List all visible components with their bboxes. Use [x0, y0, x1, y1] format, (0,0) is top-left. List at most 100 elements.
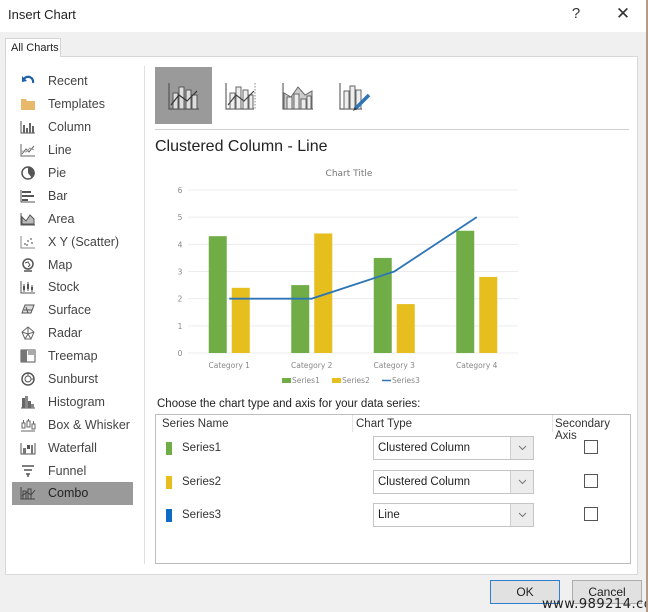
- bar-series1-3: [373, 257, 392, 353]
- bar-series2-1: [231, 287, 250, 353]
- sidebar-item-combo[interactable]: Combo: [12, 482, 133, 505]
- bar-series1-2: [291, 285, 310, 353]
- series1-secondary-axis-checkbox[interactable]: [584, 440, 598, 454]
- x-tick-label: Category 1: [209, 361, 251, 370]
- sidebar-item-pie[interactable]: Pie: [12, 162, 137, 185]
- series-name: Series1: [182, 442, 221, 454]
- dialog-title: Insert Chart: [8, 7, 76, 22]
- sidebar-item-label: Waterfall: [48, 440, 97, 455]
- subtype-stacked-area-clustered-column[interactable]: [269, 67, 326, 124]
- sidebar-item-label: Histogram: [48, 394, 105, 409]
- stacked-area-clustered-column-icon: [281, 82, 313, 110]
- sidebar-item-sunburst[interactable]: Sunburst: [12, 368, 137, 391]
- sidebar-item-label: Surface: [48, 303, 92, 318]
- bar-series2-3: [396, 304, 415, 353]
- chart-subtype-gallery: [155, 67, 383, 124]
- series3-chart-type-select[interactable]: Line: [373, 503, 534, 527]
- header-chart-type: Chart Type: [356, 418, 413, 430]
- sidebar-item-label: Map: [48, 257, 73, 272]
- clustered-column-line-icon: [167, 82, 199, 110]
- surface-chart-icon: [18, 302, 38, 318]
- y-tick-label: 3: [178, 268, 183, 277]
- header-separator: [352, 415, 353, 432]
- sidebar-item-x-y-scatter[interactable]: X Y (Scatter): [12, 230, 137, 253]
- y-tick-label: 2: [178, 295, 183, 304]
- series-row: Series1 Clustered Column: [156, 434, 630, 464]
- sidebar-item-line[interactable]: Line: [12, 139, 137, 162]
- sidebar-item-label: Funnel: [48, 463, 87, 478]
- waterfall-chart-icon: [18, 440, 38, 456]
- sidebar-divider: [144, 66, 145, 564]
- sidebar-item-radar[interactable]: Radar: [12, 322, 137, 345]
- sidebar-item-label: X Y (Scatter): [48, 234, 120, 249]
- sidebar-item-label: Sunburst: [48, 372, 99, 387]
- y-tick-label: 5: [178, 213, 183, 222]
- chevron-down-icon[interactable]: [510, 471, 533, 493]
- sidebar-item-label: Combo: [48, 486, 89, 501]
- series1-chart-type-select[interactable]: Clustered Column: [373, 436, 534, 460]
- tab-all-charts[interactable]: All Charts: [5, 38, 61, 57]
- close-button[interactable]: ✕: [612, 4, 634, 26]
- bar-series1-4: [456, 230, 475, 353]
- y-tick-label: 1: [178, 322, 183, 331]
- sidebar-item-templates[interactable]: Templates: [12, 93, 137, 116]
- series1-color-swatch: [166, 442, 172, 455]
- sidebar-item-label: Column: [48, 120, 92, 135]
- series-name: Series3: [182, 509, 221, 521]
- select-value: Clustered Column: [378, 476, 471, 488]
- chevron-down-icon[interactable]: [510, 437, 533, 459]
- y-tick-label: 0: [178, 349, 183, 358]
- y-tick-label: 4: [178, 240, 183, 249]
- sidebar-item-histogram[interactable]: Histogram: [12, 390, 137, 413]
- sidebar-item-treemap[interactable]: Treemap: [12, 345, 137, 368]
- sidebar-item-funnel[interactable]: Funnel: [12, 459, 137, 482]
- line-chart-icon: [18, 142, 38, 158]
- sidebar-item-recent[interactable]: Recent: [12, 70, 137, 93]
- select-value: Line: [378, 509, 400, 521]
- sidebar-item-label: Pie: [48, 166, 67, 180]
- sidebar-item-stock[interactable]: Stock: [12, 276, 137, 299]
- sidebar-item-label: Recent: [48, 74, 88, 89]
- clustered-column-line-secondary-axis-icon: [224, 82, 255, 110]
- radar-chart-icon: [18, 325, 38, 341]
- series2-secondary-axis-checkbox[interactable]: [584, 474, 598, 488]
- sidebar-item-area[interactable]: Area: [12, 207, 137, 230]
- sidebar-item-label: Line: [48, 143, 72, 158]
- subtype-clustered-column-line[interactable]: [155, 67, 212, 124]
- series-name: Series2: [182, 476, 221, 488]
- series-instruction: Choose the chart type and axis for your …: [157, 398, 421, 410]
- custom-combination-pencil-icon: [338, 82, 370, 111]
- sidebar-item-label: Templates: [48, 97, 105, 112]
- stock-chart-icon: [18, 279, 38, 295]
- help-button[interactable]: ?: [566, 5, 586, 27]
- sidebar-item-column[interactable]: Column: [12, 116, 137, 139]
- scatter-chart-icon: [18, 234, 38, 250]
- chevron-down-icon[interactable]: [510, 504, 533, 526]
- legend-swatch-series2: [332, 378, 341, 383]
- sidebar-item-map[interactable]: Map: [12, 253, 137, 276]
- x-tick-label: Category 4: [456, 361, 498, 370]
- sidebar-item-label: Stock: [48, 280, 80, 295]
- subtype-custom-combination[interactable]: [326, 67, 383, 124]
- series2-chart-type-select[interactable]: Clustered Column: [373, 470, 534, 494]
- x-tick-label: Category 3: [374, 361, 416, 370]
- sidebar-item-bar[interactable]: Bar: [12, 184, 137, 207]
- area-chart-icon: [18, 211, 38, 227]
- sidebar-item-box-whisker[interactable]: Box & Whisker: [12, 413, 137, 436]
- chart-preview: Chart Title 0 1 2 3 4 5 6 Category 1 Category 2 C…: [178, 169, 518, 385]
- title-bar: Insert Chart ? ✕: [0, 0, 648, 32]
- subtype-clustered-column-line-secondary-axis[interactable]: [212, 67, 269, 124]
- y-tick-label: 6: [178, 186, 183, 195]
- sidebar-item-label: Bar: [48, 188, 68, 203]
- header-separator: [552, 415, 553, 432]
- subtype-title: Clustered Column - Line: [155, 138, 328, 155]
- series-config-grid: Series Name Chart Type Secondary Axis Se…: [155, 414, 631, 564]
- series3-color-swatch: [166, 509, 172, 522]
- recent-icon: [18, 73, 38, 89]
- series3-secondary-axis-checkbox[interactable]: [584, 507, 598, 521]
- sidebar-item-surface[interactable]: Surface: [12, 299, 137, 322]
- sidebar-item-label: Box & Whisker: [48, 417, 130, 432]
- series-row: Series2 Clustered Column: [156, 468, 630, 498]
- legend-swatch-series1: [282, 378, 291, 383]
- sidebar-item-waterfall[interactable]: Waterfall: [12, 436, 137, 459]
